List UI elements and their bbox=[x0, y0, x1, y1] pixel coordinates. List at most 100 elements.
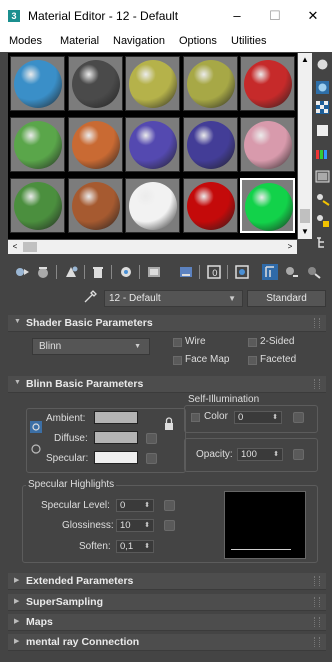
make-unique-icon[interactable] bbox=[118, 264, 134, 280]
horizontal-scrollbar[interactable]: < > bbox=[8, 240, 297, 254]
sample-slot[interactable] bbox=[10, 117, 65, 172]
sample-slot[interactable] bbox=[125, 178, 180, 233]
material-sphere bbox=[71, 182, 120, 230]
specular-map-button[interactable] bbox=[146, 453, 157, 464]
faceted-checkbox[interactable] bbox=[248, 356, 257, 365]
material-id-channel-icon[interactable] bbox=[178, 264, 194, 280]
options-icon[interactable] bbox=[315, 191, 330, 206]
sample-slot[interactable] bbox=[10, 178, 65, 233]
toolbar-separator bbox=[56, 265, 57, 279]
sample-slot[interactable] bbox=[240, 117, 295, 172]
menu-navigation[interactable]: Navigation bbox=[113, 35, 165, 47]
vertical-scrollbar[interactable]: ▲ ▼ bbox=[298, 53, 312, 239]
maximize-button[interactable]: ☐ bbox=[258, 5, 292, 27]
material-toolbar: 0 bbox=[0, 260, 332, 284]
menu-material[interactable]: Material bbox=[60, 35, 99, 47]
sample-slot[interactable] bbox=[182, 56, 238, 111]
sample-slot[interactable] bbox=[10, 56, 65, 111]
diffuse-color-swatch[interactable] bbox=[94, 431, 138, 444]
show-end-result-icon[interactable] bbox=[234, 264, 250, 280]
spinner-arrows-icon: ⬍ bbox=[144, 502, 150, 509]
scroll-down-arrow[interactable]: ▼ bbox=[298, 225, 312, 239]
menu-options[interactable]: Options bbox=[179, 35, 217, 47]
show-map-in-viewport-icon[interactable]: 0 bbox=[206, 264, 222, 280]
sample-slot[interactable] bbox=[240, 56, 295, 111]
sample-slot[interactable] bbox=[182, 178, 238, 233]
sample-slot[interactable] bbox=[182, 117, 238, 172]
sample-slot[interactable] bbox=[67, 178, 123, 233]
lock-icon[interactable] bbox=[163, 417, 175, 431]
rollout-shader-basic-header[interactable]: ▼ Shader Basic Parameters bbox=[8, 315, 326, 332]
hscroll-thumb[interactable] bbox=[23, 242, 37, 252]
material-sphere bbox=[14, 121, 62, 169]
scroll-up-arrow[interactable]: ▲ bbox=[298, 53, 312, 67]
put-material-to-scene-icon[interactable] bbox=[35, 264, 51, 280]
chevron-down-icon[interactable]: ▼ bbox=[228, 291, 236, 306]
diffuse-map-button[interactable] bbox=[146, 433, 157, 444]
toolbar-separator bbox=[139, 265, 140, 279]
reset-map-icon[interactable] bbox=[90, 264, 106, 280]
uv-tiling-icon[interactable] bbox=[315, 123, 330, 138]
sample-slot[interactable] bbox=[240, 178, 295, 233]
assign-material-icon[interactable] bbox=[63, 264, 79, 280]
self-illum-map-button[interactable] bbox=[293, 412, 304, 423]
backlight-icon[interactable] bbox=[315, 80, 330, 95]
opacity-spinner[interactable]: 100 ⬍ bbox=[237, 448, 283, 461]
ambient-color-swatch[interactable] bbox=[94, 411, 138, 424]
glossiness-spinner[interactable]: 10 ⬍ bbox=[116, 519, 154, 532]
sample-slot[interactable] bbox=[125, 56, 180, 111]
collapsed-triangle-icon: ▶ bbox=[14, 598, 20, 605]
material-type-button[interactable]: Standard bbox=[247, 290, 326, 307]
rollout-supersampling-header[interactable]: ▶ SuperSampling bbox=[8, 594, 326, 611]
shader-basic-panel: Blinn ▼ Wire 2-Sided Face Map Faceted bbox=[8, 332, 326, 374]
link-diffuse-specular-icon[interactable] bbox=[30, 443, 42, 455]
face-map-checkbox[interactable] bbox=[173, 356, 182, 365]
menu-modes[interactable]: Modes bbox=[9, 35, 42, 47]
expanded-triangle-icon: ▼ bbox=[14, 318, 21, 325]
wire-checkbox[interactable] bbox=[173, 338, 182, 347]
close-button[interactable]: ✕ bbox=[296, 5, 330, 27]
specular-level-spinner[interactable]: 0 ⬍ bbox=[116, 499, 154, 512]
material-navigator-icon[interactable] bbox=[315, 235, 330, 250]
scroll-right-arrow[interactable]: > bbox=[283, 240, 297, 254]
soften-spinner[interactable]: 0,1 ⬍ bbox=[116, 540, 154, 553]
self-illum-color-checkbox[interactable] bbox=[191, 413, 200, 422]
specular-level-map-button[interactable] bbox=[164, 500, 175, 511]
scroll-thumb[interactable] bbox=[300, 209, 310, 223]
self-illum-value-spinner[interactable]: 0 ⬍ bbox=[234, 411, 282, 424]
glossiness-map-button[interactable] bbox=[164, 520, 175, 531]
spinner-arrows-icon: ⬍ bbox=[144, 522, 150, 529]
get-material-icon[interactable] bbox=[14, 264, 30, 280]
sample-slot[interactable] bbox=[67, 117, 123, 172]
go-forward-to-sibling-icon[interactable] bbox=[284, 264, 300, 280]
shader-type-dropdown[interactable]: Blinn ▼ bbox=[32, 338, 150, 355]
go-to-parent-icon[interactable] bbox=[262, 264, 278, 280]
rollout-maps-header[interactable]: ▶ Maps bbox=[8, 614, 326, 631]
video-color-check-icon[interactable] bbox=[315, 147, 330, 162]
scroll-left-arrow[interactable]: < bbox=[8, 240, 22, 254]
sample-slot[interactable] bbox=[125, 117, 180, 172]
rollout-blinn-basic-header[interactable]: ▼ Blinn Basic Parameters bbox=[8, 376, 326, 393]
pick-material-from-object-icon[interactable] bbox=[306, 264, 322, 280]
toolbar-separator bbox=[111, 265, 112, 279]
sample-slot[interactable] bbox=[67, 56, 123, 111]
background-checker-icon[interactable] bbox=[315, 100, 330, 115]
select-by-material-icon[interactable] bbox=[315, 213, 330, 228]
rollout-mental-ray-connection-header[interactable]: ▶ mental ray Connection bbox=[8, 634, 326, 651]
eyedropper-icon[interactable] bbox=[83, 290, 97, 304]
lock-ambient-diffuse-icon[interactable] bbox=[30, 421, 42, 433]
two-sided-checkbox[interactable] bbox=[248, 338, 257, 347]
rollout-extended-parameters-header[interactable]: ▶ Extended Parameters bbox=[8, 573, 326, 590]
specular-color-swatch[interactable] bbox=[94, 451, 138, 464]
grip-icon bbox=[314, 597, 320, 607]
minimize-button[interactable]: – bbox=[220, 5, 254, 27]
sample-type-icon[interactable] bbox=[315, 57, 330, 72]
self-illum-value: 0 bbox=[238, 412, 244, 423]
material-name-field[interactable]: 12 - Default ▼ bbox=[104, 290, 243, 307]
menu-utilities[interactable]: Utilities bbox=[231, 35, 266, 47]
opacity-value: 100 bbox=[241, 449, 257, 460]
opacity-label: Opacity: bbox=[196, 449, 233, 460]
put-to-library-icon[interactable] bbox=[146, 264, 162, 280]
opacity-map-button[interactable] bbox=[293, 449, 304, 460]
make-preview-icon[interactable] bbox=[315, 169, 330, 184]
